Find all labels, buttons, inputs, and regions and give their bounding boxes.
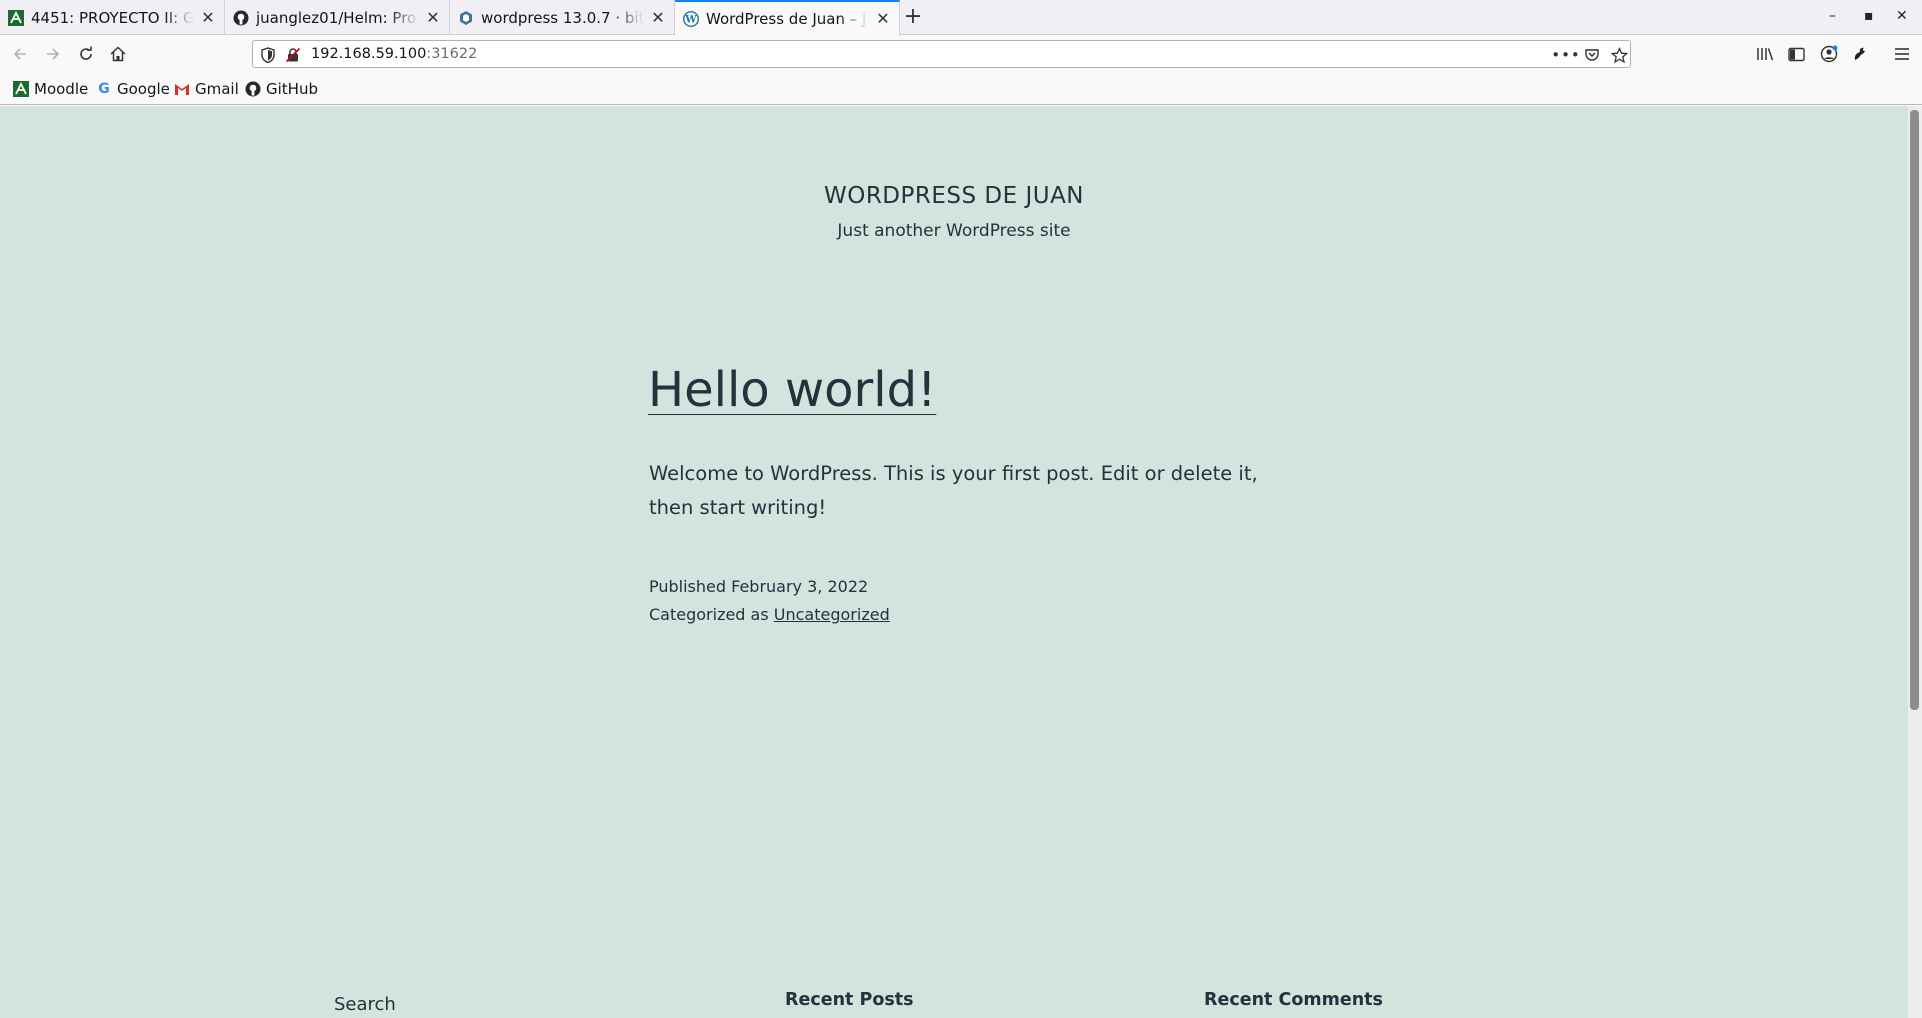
bookmark-star-icon[interactable] bbox=[1610, 46, 1628, 64]
home-button[interactable] bbox=[104, 40, 132, 68]
bookmark-label: GitHub bbox=[266, 80, 318, 98]
recent-posts-heading: Recent Posts bbox=[785, 990, 914, 1010]
bookmark-gmail[interactable]: Gmail bbox=[174, 80, 239, 98]
library-icon[interactable] bbox=[1754, 43, 1776, 65]
bookmark-label: Moodle bbox=[34, 80, 89, 98]
url-text[interactable]: 192.168.59.100:31622 bbox=[311, 46, 477, 62]
published-date: February 3, 2022 bbox=[731, 577, 869, 596]
home-icon bbox=[110, 46, 126, 62]
back-button[interactable] bbox=[6, 40, 34, 68]
url-bar[interactable]: 192.168.59.100:31622 ••• bbox=[252, 40, 1631, 68]
pocket-icon[interactable] bbox=[1583, 46, 1601, 64]
tab-moodle[interactable]: 4451: PROYECTO II: Github ✕ bbox=[0, 0, 225, 35]
moodle-icon bbox=[13, 81, 29, 97]
tab-title: WordPress de Juan – Just bbox=[706, 10, 869, 28]
category-link[interactable]: Uncategorized bbox=[774, 605, 890, 624]
helm-hub-icon bbox=[458, 10, 474, 26]
recent-comments-heading: Recent Comments bbox=[1204, 990, 1383, 1010]
tab-wordpress[interactable]: W WordPress de Juan – Just ✕ bbox=[675, 0, 900, 36]
categorized-label: Categorized as bbox=[649, 605, 769, 624]
hamburger-menu-icon[interactable] bbox=[1891, 43, 1913, 65]
close-icon[interactable]: ✕ bbox=[425, 9, 441, 26]
tab-github[interactable]: juanglez01/Helm: Proyecto ✕ bbox=[225, 0, 450, 35]
post-published: Published February 3, 2022 bbox=[649, 577, 868, 596]
tab-artifacthub[interactable]: wordpress 13.0.7 · bitnami ✕ bbox=[450, 0, 675, 35]
bookmark-google[interactable]: G Google bbox=[96, 80, 170, 98]
bookmark-label: Google bbox=[117, 80, 170, 98]
new-tab-button[interactable]: + bbox=[900, 5, 926, 31]
wordpress-icon: W bbox=[683, 11, 699, 27]
google-icon: G bbox=[98, 81, 110, 97]
back-arrow-icon bbox=[13, 48, 26, 60]
post-body: Welcome to WordPress. This is your first… bbox=[649, 462, 1258, 519]
post-title-link[interactable]: Hello world! bbox=[648, 362, 936, 418]
forward-button[interactable] bbox=[39, 40, 67, 68]
close-window-button[interactable]: ✕ bbox=[1896, 8, 1908, 24]
close-icon[interactable]: ✕ bbox=[200, 9, 216, 26]
published-label: Published bbox=[649, 577, 727, 596]
bookmark-label: Gmail bbox=[195, 80, 239, 98]
url-host: 192.168.59.100 bbox=[311, 46, 427, 62]
close-icon[interactable]: ✕ bbox=[875, 11, 891, 27]
account-icon[interactable] bbox=[1818, 43, 1840, 65]
gmail-icon bbox=[174, 81, 190, 97]
extension-icon[interactable] bbox=[1849, 43, 1871, 65]
tab-title: juanglez01/Helm: Proyecto bbox=[256, 8, 419, 27]
forward-arrow-icon bbox=[47, 48, 60, 60]
insecure-lock-icon[interactable] bbox=[284, 46, 302, 64]
github-icon bbox=[233, 10, 249, 26]
bookmark-github[interactable]: GitHub bbox=[245, 80, 318, 98]
tab-title: 4451: PROYECTO II: Github bbox=[31, 8, 194, 27]
bookmarks-toolbar: Moodle G Google Gmail GitHub bbox=[0, 75, 1922, 105]
moodle-icon bbox=[8, 9, 24, 26]
minimize-button[interactable]: – bbox=[1829, 8, 1836, 24]
svg-text:W: W bbox=[684, 15, 697, 26]
reload-button[interactable] bbox=[72, 40, 100, 68]
url-port: :31622 bbox=[426, 46, 478, 62]
search-widget-label: Search bbox=[334, 994, 396, 1015]
site-tagline: Just another WordPress site bbox=[837, 221, 1071, 241]
close-icon[interactable]: ✕ bbox=[650, 9, 666, 26]
browser-chrome: 4451: PROYECTO II: Github ✕ juanglez01/H… bbox=[0, 0, 1922, 106]
sidebar-toggle-icon[interactable] bbox=[1785, 43, 1807, 65]
site-title[interactable]: WORDPRESS DE JUAN bbox=[0, 183, 1908, 209]
reload-icon bbox=[80, 46, 92, 60]
page-content bbox=[0, 106, 1908, 1018]
github-icon bbox=[245, 81, 261, 97]
tab-title: wordpress 13.0.7 · bitnami bbox=[481, 8, 644, 27]
post-category: Categorized as Uncategorized bbox=[649, 605, 890, 624]
tracking-shield-icon[interactable] bbox=[259, 46, 277, 64]
maximize-button[interactable]: ▪ bbox=[1864, 8, 1874, 24]
bookmark-moodle[interactable]: Moodle bbox=[13, 80, 88, 98]
scrollbar-thumb[interactable] bbox=[1910, 110, 1919, 710]
page-actions-icon[interactable]: ••• bbox=[1551, 46, 1580, 64]
tab-bar: 4451: PROYECTO II: Github ✕ juanglez01/H… bbox=[0, 0, 1922, 36]
